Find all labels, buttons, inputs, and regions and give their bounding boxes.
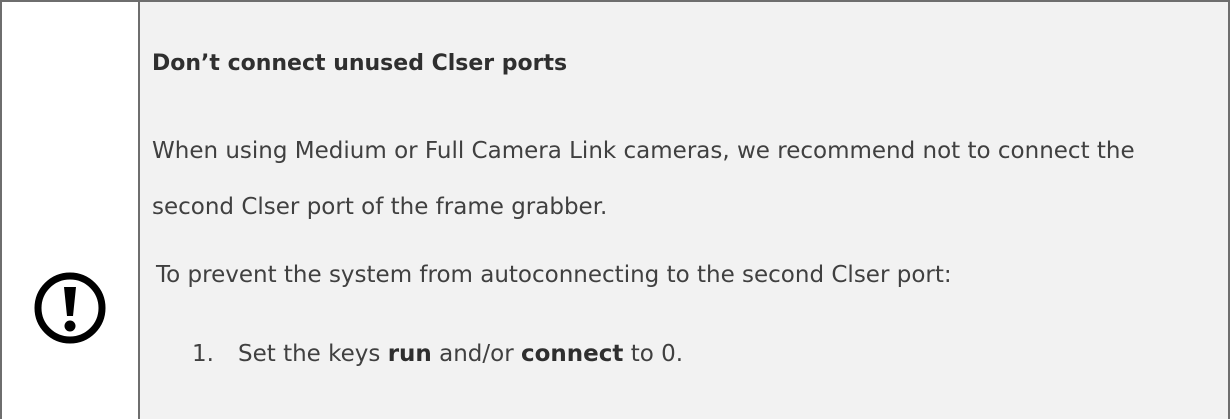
list-item: 1. Set the keys run and/or connect to 0. xyxy=(192,341,683,367)
notice-content: Don’t connect unused Clser ports When us… xyxy=(140,2,1228,419)
key-connect: connect xyxy=(520,341,624,367)
step-text-before: Set the keys xyxy=(238,341,388,367)
notice-paragraph: When using Medium or Full Camera Link ca… xyxy=(152,138,1135,220)
step-number: 1. xyxy=(192,341,214,367)
key-run: run xyxy=(387,341,432,367)
exclamation-circle-icon xyxy=(34,272,106,344)
step-text-mid: and/or xyxy=(431,341,521,367)
notice-title: Don’t connect unused Clser ports xyxy=(152,51,568,76)
notice-icon-cell xyxy=(2,2,140,419)
step-text-after: to 0. xyxy=(623,341,684,367)
notice-intro: To prevent the system from autoconnectin… xyxy=(156,262,952,288)
important-notice: Don’t connect unused Clser ports When us… xyxy=(0,0,1230,419)
